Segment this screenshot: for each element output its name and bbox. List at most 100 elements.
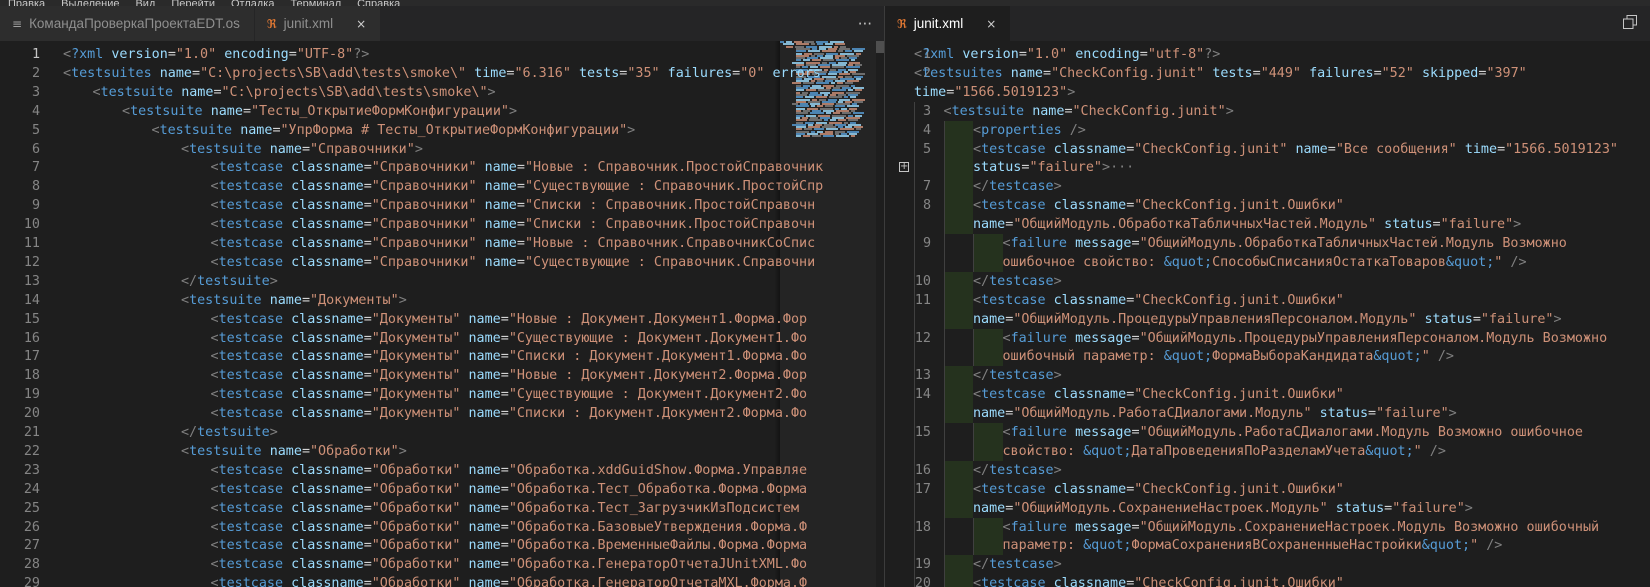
code-line[interactable]: ошибочное свойство: &quot;СпособыСписани… bbox=[885, 252, 1650, 272]
code-text: <testcase classname="Документы" name="Сп… bbox=[211, 347, 808, 366]
code-line[interactable]: 18 <failure message="ОбщийМодуль.Сохранен… bbox=[885, 517, 1650, 537]
code-line[interactable]: 9 <failure message="ОбщийМодуль.Обработка… bbox=[885, 234, 1650, 253]
token-br: < bbox=[210, 179, 219, 195]
line-number: 3 bbox=[922, 103, 931, 119]
code-line[interactable]: 23 <testcase classname="Обработки" name="… bbox=[0, 461, 884, 480]
code-line[interactable]: 10 </testcase> bbox=[885, 271, 1650, 291]
code-line[interactable]: name = "ОбщийМодуль.ПроцедурыУправленияПер… bbox=[885, 309, 1650, 329]
code-line[interactable]: ошибочный параметр: &quot;ФормаВыбораКан… bbox=[885, 347, 1650, 367]
split-editor-icon[interactable] bbox=[1622, 14, 1638, 34]
code-line[interactable]: 1 <?xml version="1.0" encoding="utf-8"?> bbox=[885, 45, 1650, 64]
close-icon[interactable]: × bbox=[986, 17, 996, 31]
code-line[interactable]: 13 </testsuite> bbox=[0, 272, 884, 291]
code-line[interactable]: 7 <testcase classname="Справочники" name=… bbox=[0, 158, 884, 177]
code-line[interactable]: 8 <testcase classname="Справочники" name=… bbox=[0, 177, 884, 196]
code-line[interactable]: + status="failure">··· bbox=[885, 158, 1650, 178]
token-tx bbox=[232, 123, 240, 138]
token-tx bbox=[1430, 349, 1438, 364]
code-line[interactable]: 25 <testcase classname="Обработки" name="… bbox=[0, 499, 884, 518]
code-line[interactable]: 4 <properties /> bbox=[885, 120, 1650, 140]
code-line[interactable]: 16 <testcase classname="Документы" name="… bbox=[0, 329, 884, 348]
token-v: "Справочники" bbox=[371, 217, 477, 233]
line-number: 12 bbox=[914, 330, 931, 346]
token-v: "Документы" bbox=[371, 330, 461, 346]
code-line[interactable]: 9 <testcase classname="Справочники" name=… bbox=[0, 196, 884, 215]
token-tx: = bbox=[516, 217, 525, 233]
close-icon[interactable]: × bbox=[356, 17, 366, 31]
code-line[interactable]: 14 <testsuite name="Документы"> bbox=[0, 291, 884, 310]
code-line[interactable]: 18 <testcase classname="Документы" name="… bbox=[0, 366, 884, 385]
code-line[interactable]: 28 <testcase classname="Обработки" name="… bbox=[0, 555, 884, 574]
code-editor-left[interactable]: 1 <?xml version="1.0" encoding="UTF-8"?> 2… bbox=[0, 41, 884, 587]
token-v: "CheckConfig.junit.Ошибки" bbox=[1134, 481, 1344, 497]
code-line[interactable]: 21 </testsuite> bbox=[0, 423, 884, 442]
token-a: name bbox=[973, 500, 1006, 516]
fold-expand-icon[interactable]: + bbox=[899, 162, 909, 173]
code-line[interactable]: 2 <testsuites name="CheckConfig.junit" te… bbox=[885, 64, 1650, 83]
code-text: свойство: &quot;ДатаПроведенияПоРазделам… bbox=[1003, 442, 1446, 461]
code-editor-right[interactable]: 1 <?xml version="1.0" encoding="utf-8"?> 2… bbox=[885, 41, 1650, 587]
code-line[interactable]: 11 <testcase classname="CheckConfig.junit… bbox=[885, 290, 1650, 310]
code-line[interactable]: 16 </testcase> bbox=[885, 460, 1650, 480]
code-line[interactable]: 2 <testsuites name="C:\projects\SB\add\te… bbox=[0, 64, 884, 83]
code-line[interactable]: 15 <failure message="ОбщийМодуль.РаботаСД… bbox=[885, 423, 1650, 442]
code-line[interactable]: 5 <testcase classname = "CheckConfig.junit"… bbox=[885, 139, 1650, 159]
code-line[interactable]: 19 <testcase classname="Документы" name="… bbox=[0, 385, 884, 404]
code-line[interactable]: 12 <failure message="ОбщийМодуль.Процедур… bbox=[885, 328, 1650, 348]
tab-junit-xml-right[interactable]: ℜ junit.xml × bbox=[885, 6, 1012, 41]
code-line[interactable]: name = "ОбщийМодуль.РаботаСДиалогами.Модул… bbox=[885, 404, 1650, 424]
more-actions-icon[interactable]: ··· bbox=[858, 15, 872, 33]
code-line[interactable]: name = "ОбщийМодуль.ОбработкаТабличныхЧаст… bbox=[885, 215, 1650, 235]
code-line[interactable]: 11 <testcase classname="Справочники" name… bbox=[0, 234, 884, 253]
token-tx bbox=[283, 349, 291, 364]
token-ent: &quot; bbox=[1445, 254, 1495, 270]
code-line[interactable]: 12 <testcase classname="Справочники" name… bbox=[0, 253, 884, 272]
code-text: <testcase classname="Документы" name="Сп… bbox=[211, 404, 808, 423]
code-line[interactable]: 17 <testcase classname="Документы" name="… bbox=[0, 347, 884, 366]
tab-komanda-os[interactable]: ≡ КомандаПроверкаПроектаEDT.os bbox=[0, 6, 255, 41]
token-ent: &quot; bbox=[1163, 254, 1213, 270]
indent-guide bbox=[943, 196, 945, 216]
code-line[interactable]: 20 <testcase classname="Документы" name="… bbox=[0, 404, 884, 423]
token-tx: = bbox=[516, 179, 525, 195]
line-number: 5 bbox=[31, 122, 40, 138]
token-v: "Списки : Справочник.ПростойСправочн bbox=[524, 198, 816, 214]
code-line[interactable]: 14 <testcase classname="CheckConfig.junit… bbox=[885, 385, 1650, 405]
code-line[interactable]: 4 <testsuite name="Тесты_ОткрытиеФормКонф… bbox=[0, 102, 884, 121]
code-line[interactable]: 13 </testcase> bbox=[885, 366, 1650, 386]
token-tx bbox=[283, 160, 291, 175]
token-tx: = bbox=[363, 387, 372, 403]
token-tx bbox=[460, 538, 468, 553]
code-line[interactable]: 5 <testsuite name="УпрФорма # Тесты_Откры… bbox=[0, 121, 884, 140]
code-line[interactable]: name="ОбщийМодуль.СохранениеНастроек.Мод… bbox=[885, 498, 1650, 518]
code-line[interactable]: 22 <testsuite name="Обработки"> bbox=[0, 442, 884, 461]
code-line[interactable]: свойство: &quot;ДатаПроведенияПоРазделам… bbox=[885, 441, 1650, 461]
code-line[interactable]: 8 <testcase classname="CheckConfig.junit.… bbox=[885, 196, 1650, 216]
code-line[interactable]: 3 <testsuite name="CheckConfig.junit"> bbox=[885, 101, 1650, 121]
code-line[interactable]: 19 </testcase> bbox=[885, 555, 1650, 575]
code-line[interactable]: 27 <testcase classname="Обработки" name="… bbox=[0, 536, 884, 555]
code-line[interactable]: 15 <testcase classname="Документы" name="… bbox=[0, 310, 884, 329]
code-line[interactable]: 1 <?xml version="1.0" encoding="UTF-8"?> bbox=[0, 45, 884, 64]
code-line[interactable]: 17 <testcase classname="CheckConfig.junit… bbox=[885, 479, 1650, 499]
token-t: testcase bbox=[989, 273, 1054, 289]
code-line[interactable]: 7 </testcase> bbox=[885, 177, 1650, 197]
code-line[interactable]: time="1566.5019123"> bbox=[885, 83, 1650, 102]
token-v: "C:\projects\SB\add\tests\smoke\" bbox=[200, 65, 467, 81]
indent-guide bbox=[943, 423, 945, 442]
code-line[interactable]: параметр: &quot;ФормаСохраненияВСохранен… bbox=[885, 536, 1650, 556]
code-line[interactable]: 10 <testcase classname="Справочники" name… bbox=[0, 215, 884, 234]
token-a: errors bbox=[772, 65, 821, 81]
tab-junit-xml-left[interactable]: ℜ junit.xml × bbox=[254, 6, 382, 41]
code-line[interactable]: 3 <testsuite name="C:\projects\SB\add\tes… bbox=[0, 83, 884, 102]
code-line[interactable]: 29 <testcase classname="Обработки" name="… bbox=[0, 574, 884, 587]
indent-guide-active bbox=[973, 423, 1003, 442]
code-line[interactable]: 24 <testcase classname="Обработки" name="… bbox=[0, 480, 884, 499]
code-line[interactable]: 6 <testsuite name="Справочники"> bbox=[0, 140, 884, 159]
indent-guide-active bbox=[943, 271, 973, 291]
indent-guide-active bbox=[943, 215, 973, 235]
code-line[interactable]: 26 <testcase classname="Обработки" name="… bbox=[0, 518, 884, 537]
line-number: 12 bbox=[23, 254, 40, 270]
token-v: "ОбщийМодуль.СохранениеНастроек.Модуль В… bbox=[1139, 519, 1600, 535]
code-line[interactable]: 20 <testcase classname="CheckConfig.junit… bbox=[885, 574, 1650, 587]
